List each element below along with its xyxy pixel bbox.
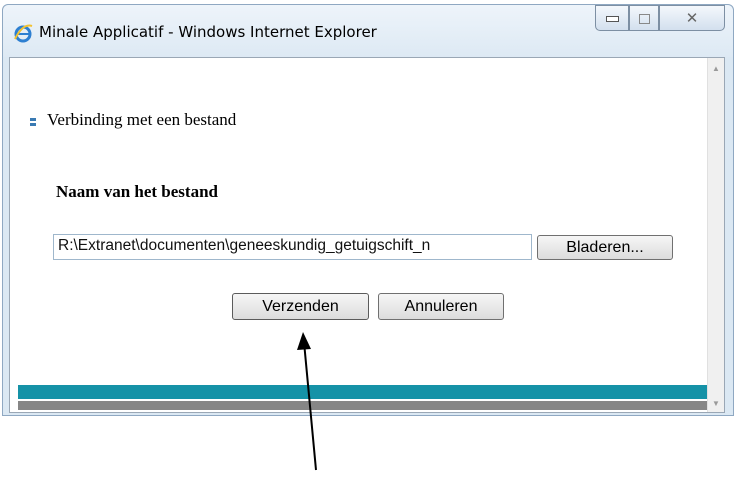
annotation-arrow [297, 332, 317, 471]
